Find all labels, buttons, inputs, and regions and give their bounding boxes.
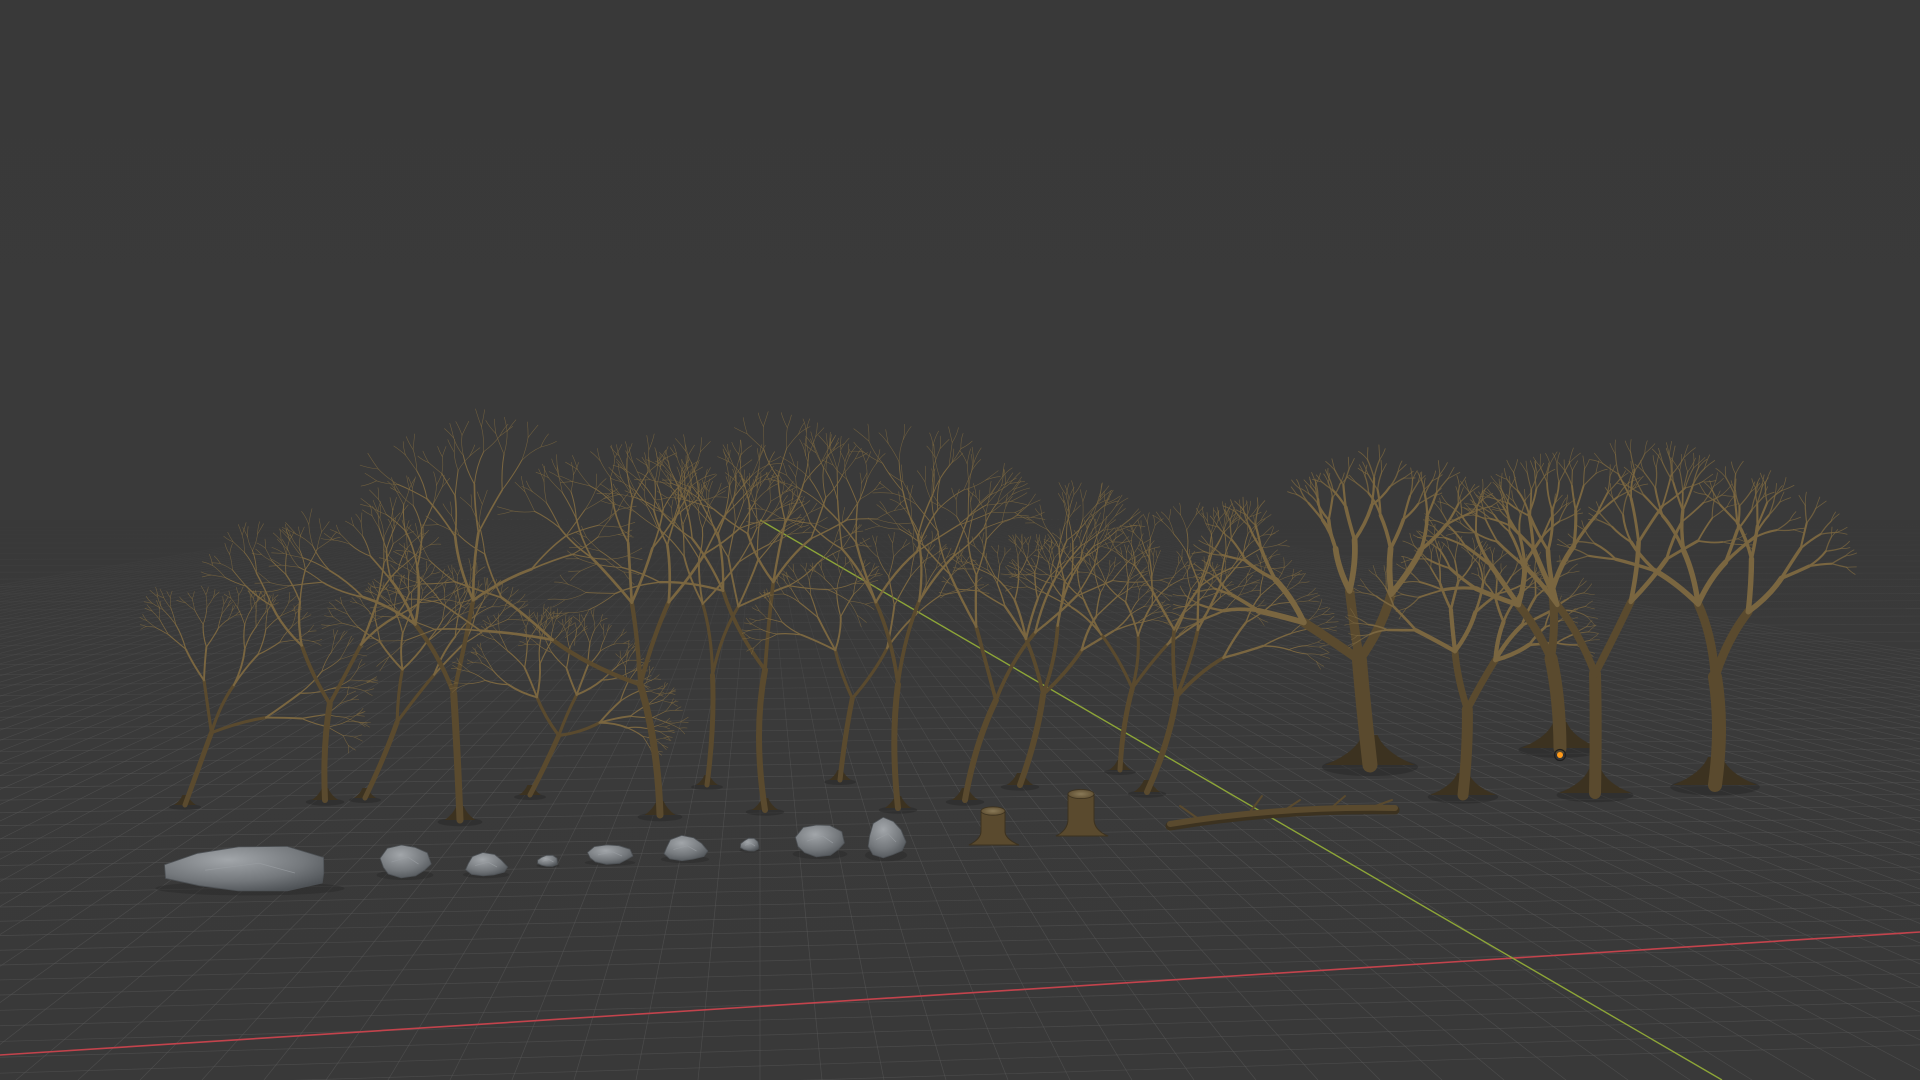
3d-viewport[interactable]	[0, 0, 1920, 1080]
rock-8	[792, 824, 848, 859]
viewport-scene[interactable]	[0, 0, 1920, 1080]
